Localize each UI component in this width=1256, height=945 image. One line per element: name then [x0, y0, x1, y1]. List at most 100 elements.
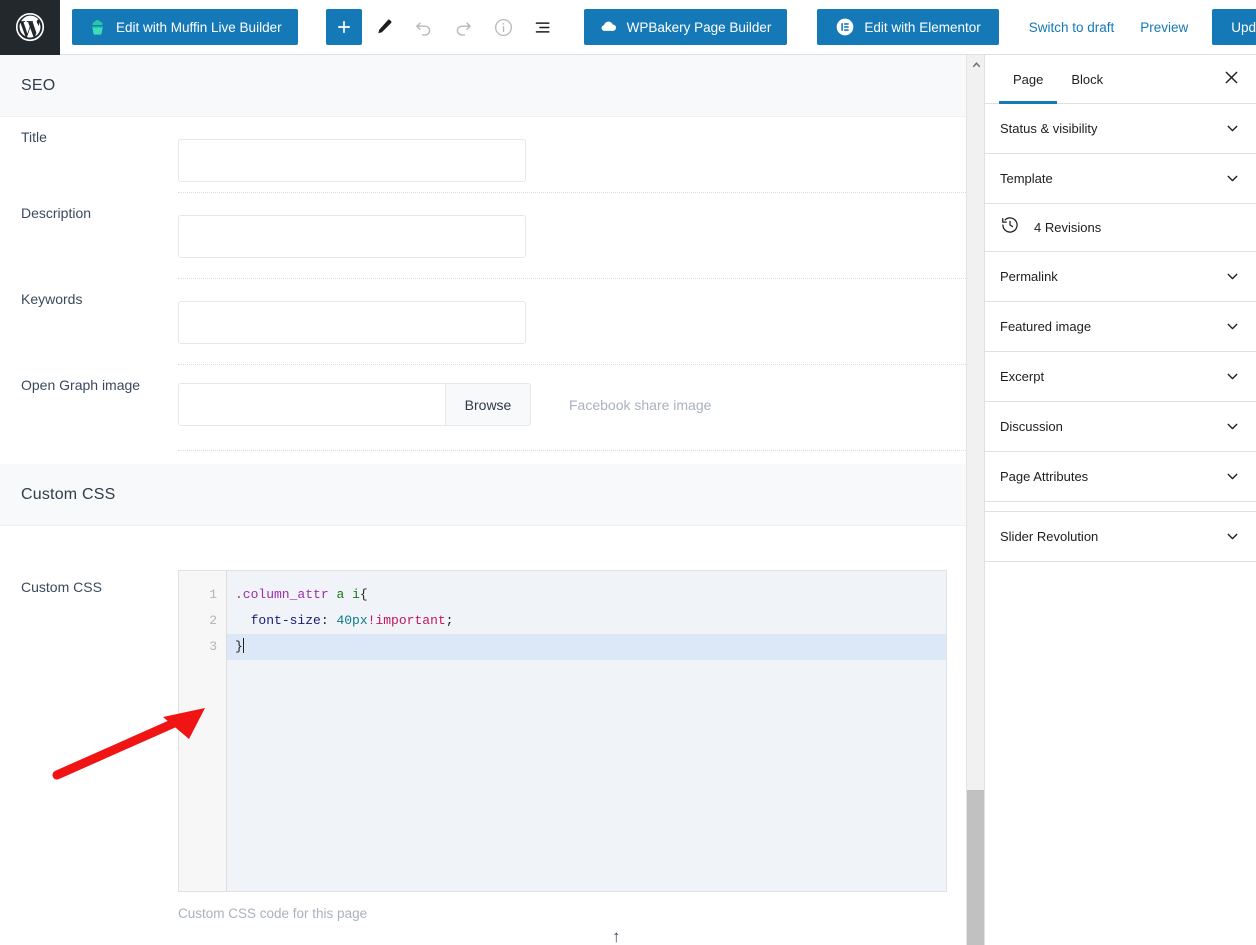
sidebar-panel-template[interactable]: Template — [985, 154, 1256, 204]
undo-button[interactable] — [406, 9, 442, 45]
code-space — [344, 587, 352, 602]
wpbakery-cloud-icon — [600, 18, 618, 36]
panel-label: Permalink — [1000, 269, 1058, 284]
close-sidebar-button[interactable] — [1214, 62, 1248, 96]
seo-description-label: Description — [21, 193, 178, 222]
edit-with-elementor-button[interactable]: Edit with Elementor — [817, 9, 998, 45]
chevron-down-icon — [1224, 268, 1241, 285]
redo-button[interactable] — [446, 9, 482, 45]
add-block-button[interactable] — [326, 9, 362, 45]
revisions-label: 4 Revisions — [1034, 220, 1101, 235]
custom-css-help-text: Custom CSS code for this page — [178, 906, 966, 921]
redo-icon — [453, 17, 474, 38]
panel-label: Featured image — [1000, 319, 1091, 334]
wpbakery-button-label: WPBakery Page Builder — [627, 20, 772, 35]
wpbakery-page-builder-button[interactable]: WPBakery Page Builder — [584, 9, 788, 45]
code-indent — [235, 613, 251, 628]
editor-main-pane: SEO Title Description Keywords Open Grap… — [0, 55, 966, 945]
chevron-down-icon — [1224, 170, 1241, 187]
details-info-button[interactable] — [486, 9, 522, 45]
muffin-cupcake-icon — [88, 18, 107, 37]
code-editor-gutter: 1 2 3 — [179, 571, 227, 891]
scrollbar-up-button[interactable] — [967, 55, 985, 72]
sidebar-panel-excerpt[interactable]: Excerpt — [985, 352, 1256, 402]
code-line-2: font-size: 40px!important; — [227, 608, 946, 634]
sidebar-panel-discussion[interactable]: Discussion — [985, 402, 1256, 452]
css-open-brace: { — [360, 587, 368, 602]
css-colon: : — [321, 613, 337, 628]
switch-to-draft-button[interactable]: Switch to draft — [1029, 20, 1115, 35]
open-graph-image-input[interactable] — [178, 383, 445, 426]
block-editor-tools — [326, 9, 562, 45]
seo-section-header: SEO — [0, 55, 966, 117]
chevron-down-icon — [1224, 368, 1241, 385]
seo-description-row: Description — [0, 193, 966, 278]
sidebar-panel-slider-revolution[interactable]: Slider Revolution — [985, 512, 1256, 562]
plus-icon — [334, 17, 354, 37]
sidebar-panel-featured-image[interactable]: Featured image — [985, 302, 1256, 352]
panel-label: Page Attributes — [1000, 469, 1088, 484]
wordpress-logo-icon — [15, 12, 45, 42]
css-unit-token: px — [352, 613, 368, 628]
tools-edit-button[interactable] — [366, 9, 402, 45]
sidebar-panel-revisions[interactable]: 4 Revisions — [985, 204, 1256, 252]
open-graph-image-label: Open Graph image — [21, 365, 178, 394]
wordpress-logo-button[interactable] — [0, 0, 60, 55]
code-line-3-active: } — [227, 634, 946, 660]
sidebar-panel-page-attributes[interactable]: Page Attributes — [985, 452, 1256, 502]
sidebar-panel-gap — [985, 502, 1256, 512]
sidebar-tabs: Page Block — [985, 55, 1256, 104]
css-tag-i-token: i — [352, 587, 360, 602]
code-line-1: .column_attr a i{ — [227, 582, 946, 608]
info-icon — [493, 17, 514, 38]
chevron-down-icon — [1224, 528, 1241, 545]
open-graph-image-hint: Facebook share image — [569, 397, 711, 413]
panel-label: Discussion — [1000, 419, 1063, 434]
panel-label: Slider Revolution — [1000, 529, 1098, 544]
seo-keywords-input[interactable] — [178, 301, 526, 344]
seo-keywords-label: Keywords — [21, 279, 178, 308]
preview-button[interactable]: Preview — [1140, 20, 1188, 35]
edit-with-muffin-live-builder-button[interactable]: Edit with Muffin Live Builder — [72, 9, 298, 45]
custom-css-field-row: Custom CSS 1 2 3 .column_attr a i{ font-… — [0, 526, 966, 892]
chevron-down-icon — [1224, 318, 1241, 335]
sidebar-panel-permalink[interactable]: Permalink — [985, 252, 1256, 302]
panel-label: Template — [1000, 171, 1053, 186]
panel-label: Status & visibility — [1000, 121, 1098, 136]
line-number: 2 — [179, 608, 226, 634]
seo-title-input[interactable] — [178, 139, 526, 182]
undo-icon — [413, 17, 434, 38]
css-close-brace: } — [235, 639, 243, 654]
custom-css-code-editor[interactable]: 1 2 3 .column_attr a i{ font-size: 40px!… — [178, 570, 947, 892]
main-pane-scrollbar[interactable] — [966, 55, 984, 945]
pencil-icon — [374, 17, 394, 37]
scroll-to-top-icon[interactable]: ↑ — [612, 927, 621, 945]
css-property-token: font-size — [251, 613, 321, 628]
css-number-token: 40 — [336, 613, 352, 628]
line-number: 3 — [179, 634, 226, 660]
update-button[interactable]: Update — [1212, 9, 1256, 45]
elementor-icon — [835, 17, 855, 37]
browse-button[interactable]: Browse — [445, 383, 531, 426]
elementor-button-label: Edit with Elementor — [864, 20, 980, 35]
list-view-icon — [533, 17, 554, 38]
css-semicolon: ; — [446, 613, 454, 628]
custom-css-section-title: Custom CSS — [21, 486, 115, 504]
seo-keywords-row: Keywords — [0, 279, 966, 364]
chevron-down-icon — [1224, 120, 1241, 137]
custom-css-section-header: Custom CSS — [0, 464, 966, 526]
chevron-down-icon — [1224, 418, 1241, 435]
revisions-clock-icon — [1000, 215, 1020, 240]
seo-title-label: Title — [21, 117, 178, 146]
seo-description-input[interactable] — [178, 215, 526, 258]
row-divider — [178, 450, 966, 451]
chevron-up-icon — [972, 55, 981, 73]
chevron-down-icon — [1224, 468, 1241, 485]
list-view-button[interactable] — [526, 9, 562, 45]
code-editor-content[interactable]: .column_attr a i{ font-size: 40px!import… — [227, 571, 946, 891]
scrollbar-thumb[interactable] — [967, 790, 985, 945]
muffin-button-label: Edit with Muffin Live Builder — [116, 20, 282, 35]
sidebar-panel-status-visibility[interactable]: Status & visibility — [985, 104, 1256, 154]
tab-block[interactable]: Block — [1057, 55, 1117, 103]
tab-page[interactable]: Page — [999, 55, 1057, 103]
